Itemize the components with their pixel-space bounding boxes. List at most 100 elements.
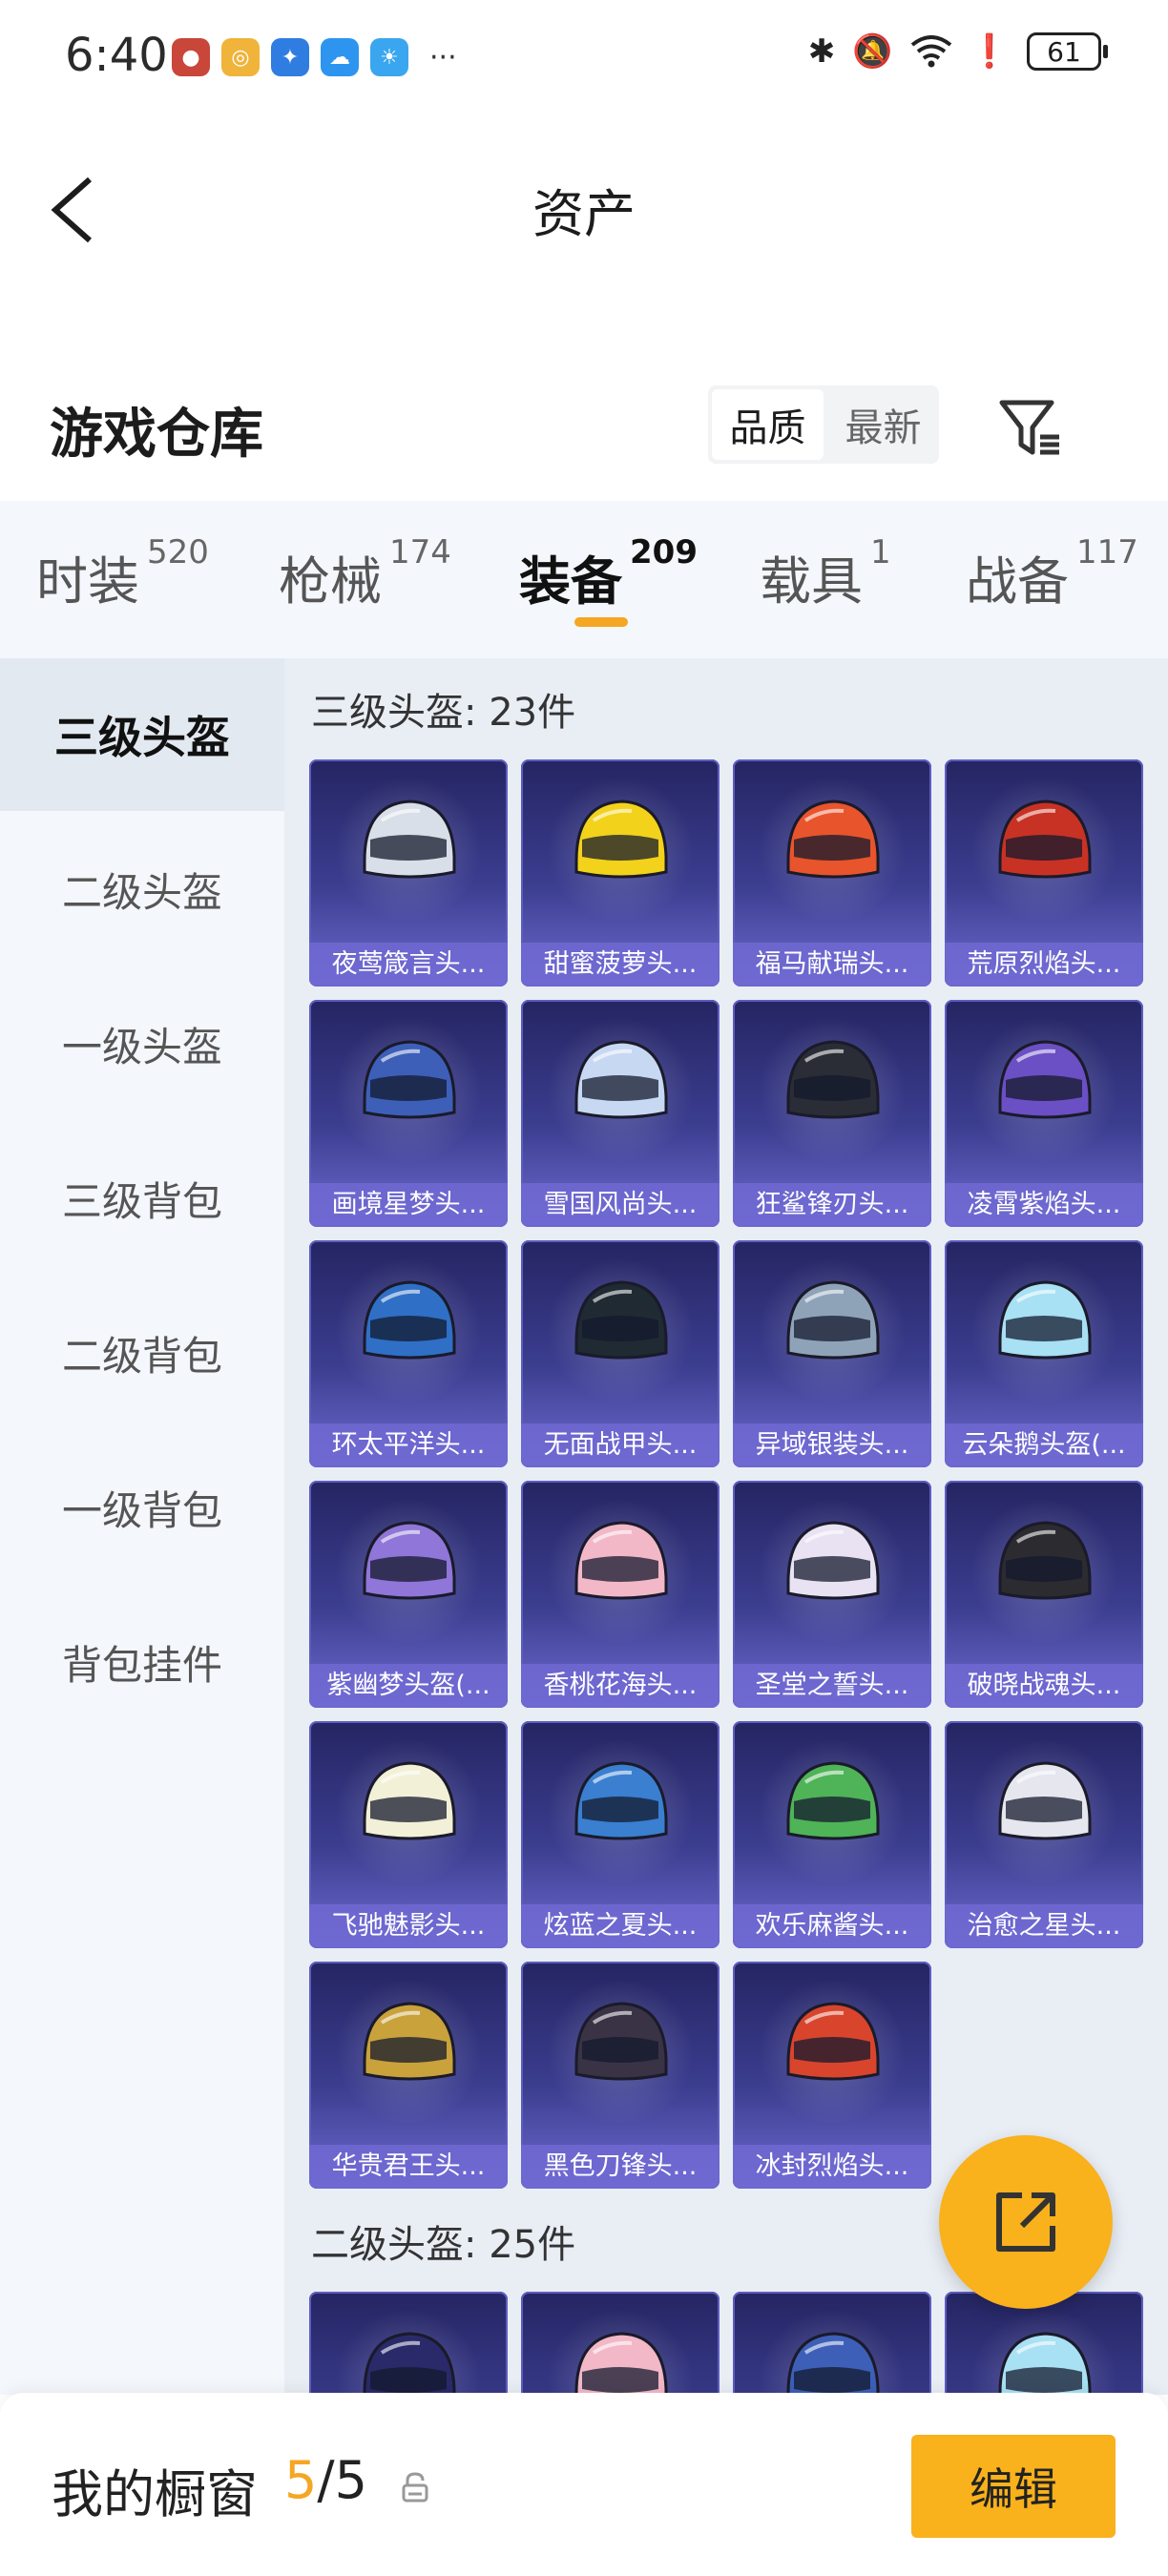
item-card[interactable]: 夜莺箴言头... bbox=[309, 759, 508, 987]
item-card[interactable]: 欢乐麻酱头... bbox=[733, 1721, 931, 1948]
item-card[interactable]: 圣堂之誓头... bbox=[733, 1481, 931, 1708]
helmet-icon bbox=[574, 1521, 668, 1600]
helmet-icon bbox=[363, 1280, 456, 1360]
item-grid-level3: 夜莺箴言头... 甜蜜菠萝头... 福马献瑞头... 荒原烈焰头... 画境星梦头...… bbox=[309, 759, 1143, 2189]
helmet-icon bbox=[574, 2332, 668, 2395]
bottom-bar: 我的橱窗 5/5 编辑 bbox=[0, 2393, 1168, 2576]
header: 资产 bbox=[0, 143, 1168, 267]
item-name: 华贵君王头... bbox=[309, 2145, 508, 2189]
item-name: 无面战甲头... bbox=[521, 1423, 720, 1467]
item-card[interactable] bbox=[733, 2292, 931, 2395]
item-card[interactable]: 治愈之星头... bbox=[945, 1721, 1143, 1948]
share-fab-button[interactable] bbox=[939, 2135, 1113, 2309]
helmet-icon bbox=[786, 2332, 880, 2395]
item-card[interactable]: 紫幽梦头盔(... bbox=[309, 1481, 508, 1708]
tab-fashion[interactable]: 时装 520 bbox=[36, 533, 209, 614]
helmet-icon bbox=[574, 800, 668, 879]
item-name: 炫蓝之夏头... bbox=[521, 1904, 720, 1948]
item-card[interactable]: 炫蓝之夏头... bbox=[521, 1721, 720, 1948]
item-card[interactable]: 荒原烈焰头... bbox=[945, 759, 1143, 987]
item-name: 破晓战魂头... bbox=[945, 1664, 1143, 1708]
tab-equipment[interactable]: 装备 209 bbox=[519, 533, 698, 614]
sidebar-item-level3-helmet[interactable]: 三级头盔 bbox=[0, 658, 284, 811]
item-name: 欢乐麻酱头... bbox=[733, 1904, 931, 1948]
tab-count: 209 bbox=[630, 533, 698, 571]
item-name: 甜蜜菠萝头... bbox=[521, 943, 720, 987]
helmet-icon bbox=[574, 1040, 668, 1119]
sidebar-item-level2-helmet[interactable]: 二级头盔 bbox=[0, 813, 284, 966]
item-card[interactable] bbox=[309, 2292, 508, 2395]
item-card[interactable]: 破晓战魂头... bbox=[945, 1481, 1143, 1708]
item-name: 凌霄紫焰头... bbox=[945, 1183, 1143, 1227]
item-card[interactable]: 香桃花海头... bbox=[521, 1481, 720, 1708]
item-card[interactable] bbox=[945, 2292, 1143, 2395]
battery-level: 61 bbox=[1047, 35, 1081, 68]
tab-label: 装备 bbox=[519, 551, 622, 612]
sort-toggle: 品质 最新 bbox=[708, 385, 939, 464]
item-card[interactable]: 异域银装头... bbox=[733, 1240, 931, 1467]
tab-weapons[interactable]: 枪械 174 bbox=[279, 533, 451, 614]
item-card[interactable]: 甜蜜菠萝头... bbox=[521, 759, 720, 987]
sort-quality[interactable]: 品质 bbox=[712, 389, 824, 460]
sort-latest[interactable]: 最新 bbox=[827, 385, 939, 464]
wifi-icon bbox=[910, 35, 951, 68]
tab-count: 174 bbox=[389, 533, 451, 571]
item-name: 云朵鹅头盔(... bbox=[945, 1423, 1143, 1467]
item-card[interactable] bbox=[521, 2292, 720, 2395]
item-name: 环太平洋头... bbox=[309, 1423, 508, 1467]
filter-icon[interactable] bbox=[992, 389, 1069, 466]
item-name: 香桃花海头... bbox=[521, 1664, 720, 1708]
item-card[interactable]: 华贵君王头... bbox=[309, 1962, 508, 2189]
sidebar-item-backpack-charm[interactable]: 背包挂件 bbox=[0, 1586, 284, 1738]
item-card[interactable]: 黑色刀锋头... bbox=[521, 1962, 720, 2189]
item-name: 福马献瑞头... bbox=[733, 943, 931, 987]
helmet-icon bbox=[363, 1040, 456, 1119]
item-name: 黑色刀锋头... bbox=[521, 2145, 720, 2189]
helmet-icon bbox=[363, 800, 456, 879]
bluetooth-icon: ✱ bbox=[807, 32, 836, 71]
item-card[interactable]: 飞驰魅影头... bbox=[309, 1721, 508, 1948]
item-card[interactable]: 环太平洋头... bbox=[309, 1240, 508, 1467]
tab-vehicles[interactable]: 载具 1 bbox=[760, 533, 891, 614]
helmet-icon bbox=[574, 2002, 668, 2081]
helmet-icon bbox=[574, 1761, 668, 1840]
showcase-count-current: 5 bbox=[284, 2450, 318, 2510]
item-card[interactable]: 画境星梦头... bbox=[309, 1000, 508, 1227]
more-notifications-icon: ··· bbox=[429, 40, 457, 74]
item-name: 雪国风尚头... bbox=[521, 1183, 720, 1227]
item-name: 画境星梦头... bbox=[309, 1183, 508, 1227]
weather-app-icon: ☀ bbox=[370, 38, 408, 76]
item-card[interactable]: 狂鲨锋刃头... bbox=[733, 1000, 931, 1227]
item-card[interactable]: 冰封烈焰头... bbox=[733, 1962, 931, 2189]
item-card[interactable]: 无面战甲头... bbox=[521, 1240, 720, 1467]
item-content[interactable]: 三级头盔: 23件 夜莺箴言头... 甜蜜菠萝头... 福马献瑞头... 荒原烈焰头.… bbox=[284, 658, 1168, 2395]
sidebar-item-level2-backpack[interactable]: 二级背包 bbox=[0, 1277, 284, 1429]
tab-supplies[interactable]: 战备 117 bbox=[966, 533, 1138, 614]
lock-icon bbox=[402, 2472, 428, 2503]
section-title-level2: 二级头盔: 25件 bbox=[311, 2223, 576, 2267]
tab-count: 1 bbox=[870, 533, 891, 571]
notification-icons: ● ◎ ✦ ☁ ☀ ··· bbox=[172, 38, 457, 76]
warehouse-title: 游戏仓库 bbox=[50, 404, 263, 466]
item-card[interactable]: 福马献瑞头... bbox=[733, 759, 931, 987]
helmet-icon bbox=[363, 2332, 456, 2395]
item-name: 飞驰魅影头... bbox=[309, 1904, 508, 1948]
item-card[interactable]: 云朵鹅头盔(... bbox=[945, 1240, 1143, 1467]
item-name: 圣堂之誓头... bbox=[733, 1664, 931, 1708]
helmet-icon bbox=[998, 1761, 1092, 1840]
tab-label: 战备 bbox=[966, 551, 1069, 612]
bulb-app-icon: ✦ bbox=[271, 38, 309, 76]
edit-button[interactable]: 编辑 bbox=[911, 2435, 1116, 2538]
helmet-icon bbox=[786, 2002, 880, 2081]
item-name: 荒原烈焰头... bbox=[945, 943, 1143, 987]
sidebar-item-level1-helmet[interactable]: 一级头盔 bbox=[0, 967, 284, 1120]
item-card[interactable]: 雪国风尚头... bbox=[521, 1000, 720, 1227]
helmet-icon bbox=[786, 1280, 880, 1360]
sidebar-item-level1-backpack[interactable]: 一级背包 bbox=[0, 1431, 284, 1584]
tab-label: 枪械 bbox=[279, 551, 382, 612]
status-indicators: ✱ 🔕 ❗ 61 bbox=[807, 32, 1108, 71]
status-bar: 6:40 ● ◎ ✦ ☁ ☀ ··· ✱ 🔕 ❗ 61 bbox=[0, 0, 1168, 114]
sidebar-item-level3-backpack[interactable]: 三级背包 bbox=[0, 1122, 284, 1275]
item-name: 治愈之星头... bbox=[945, 1904, 1143, 1948]
item-card[interactable]: 凌霄紫焰头... bbox=[945, 1000, 1143, 1227]
